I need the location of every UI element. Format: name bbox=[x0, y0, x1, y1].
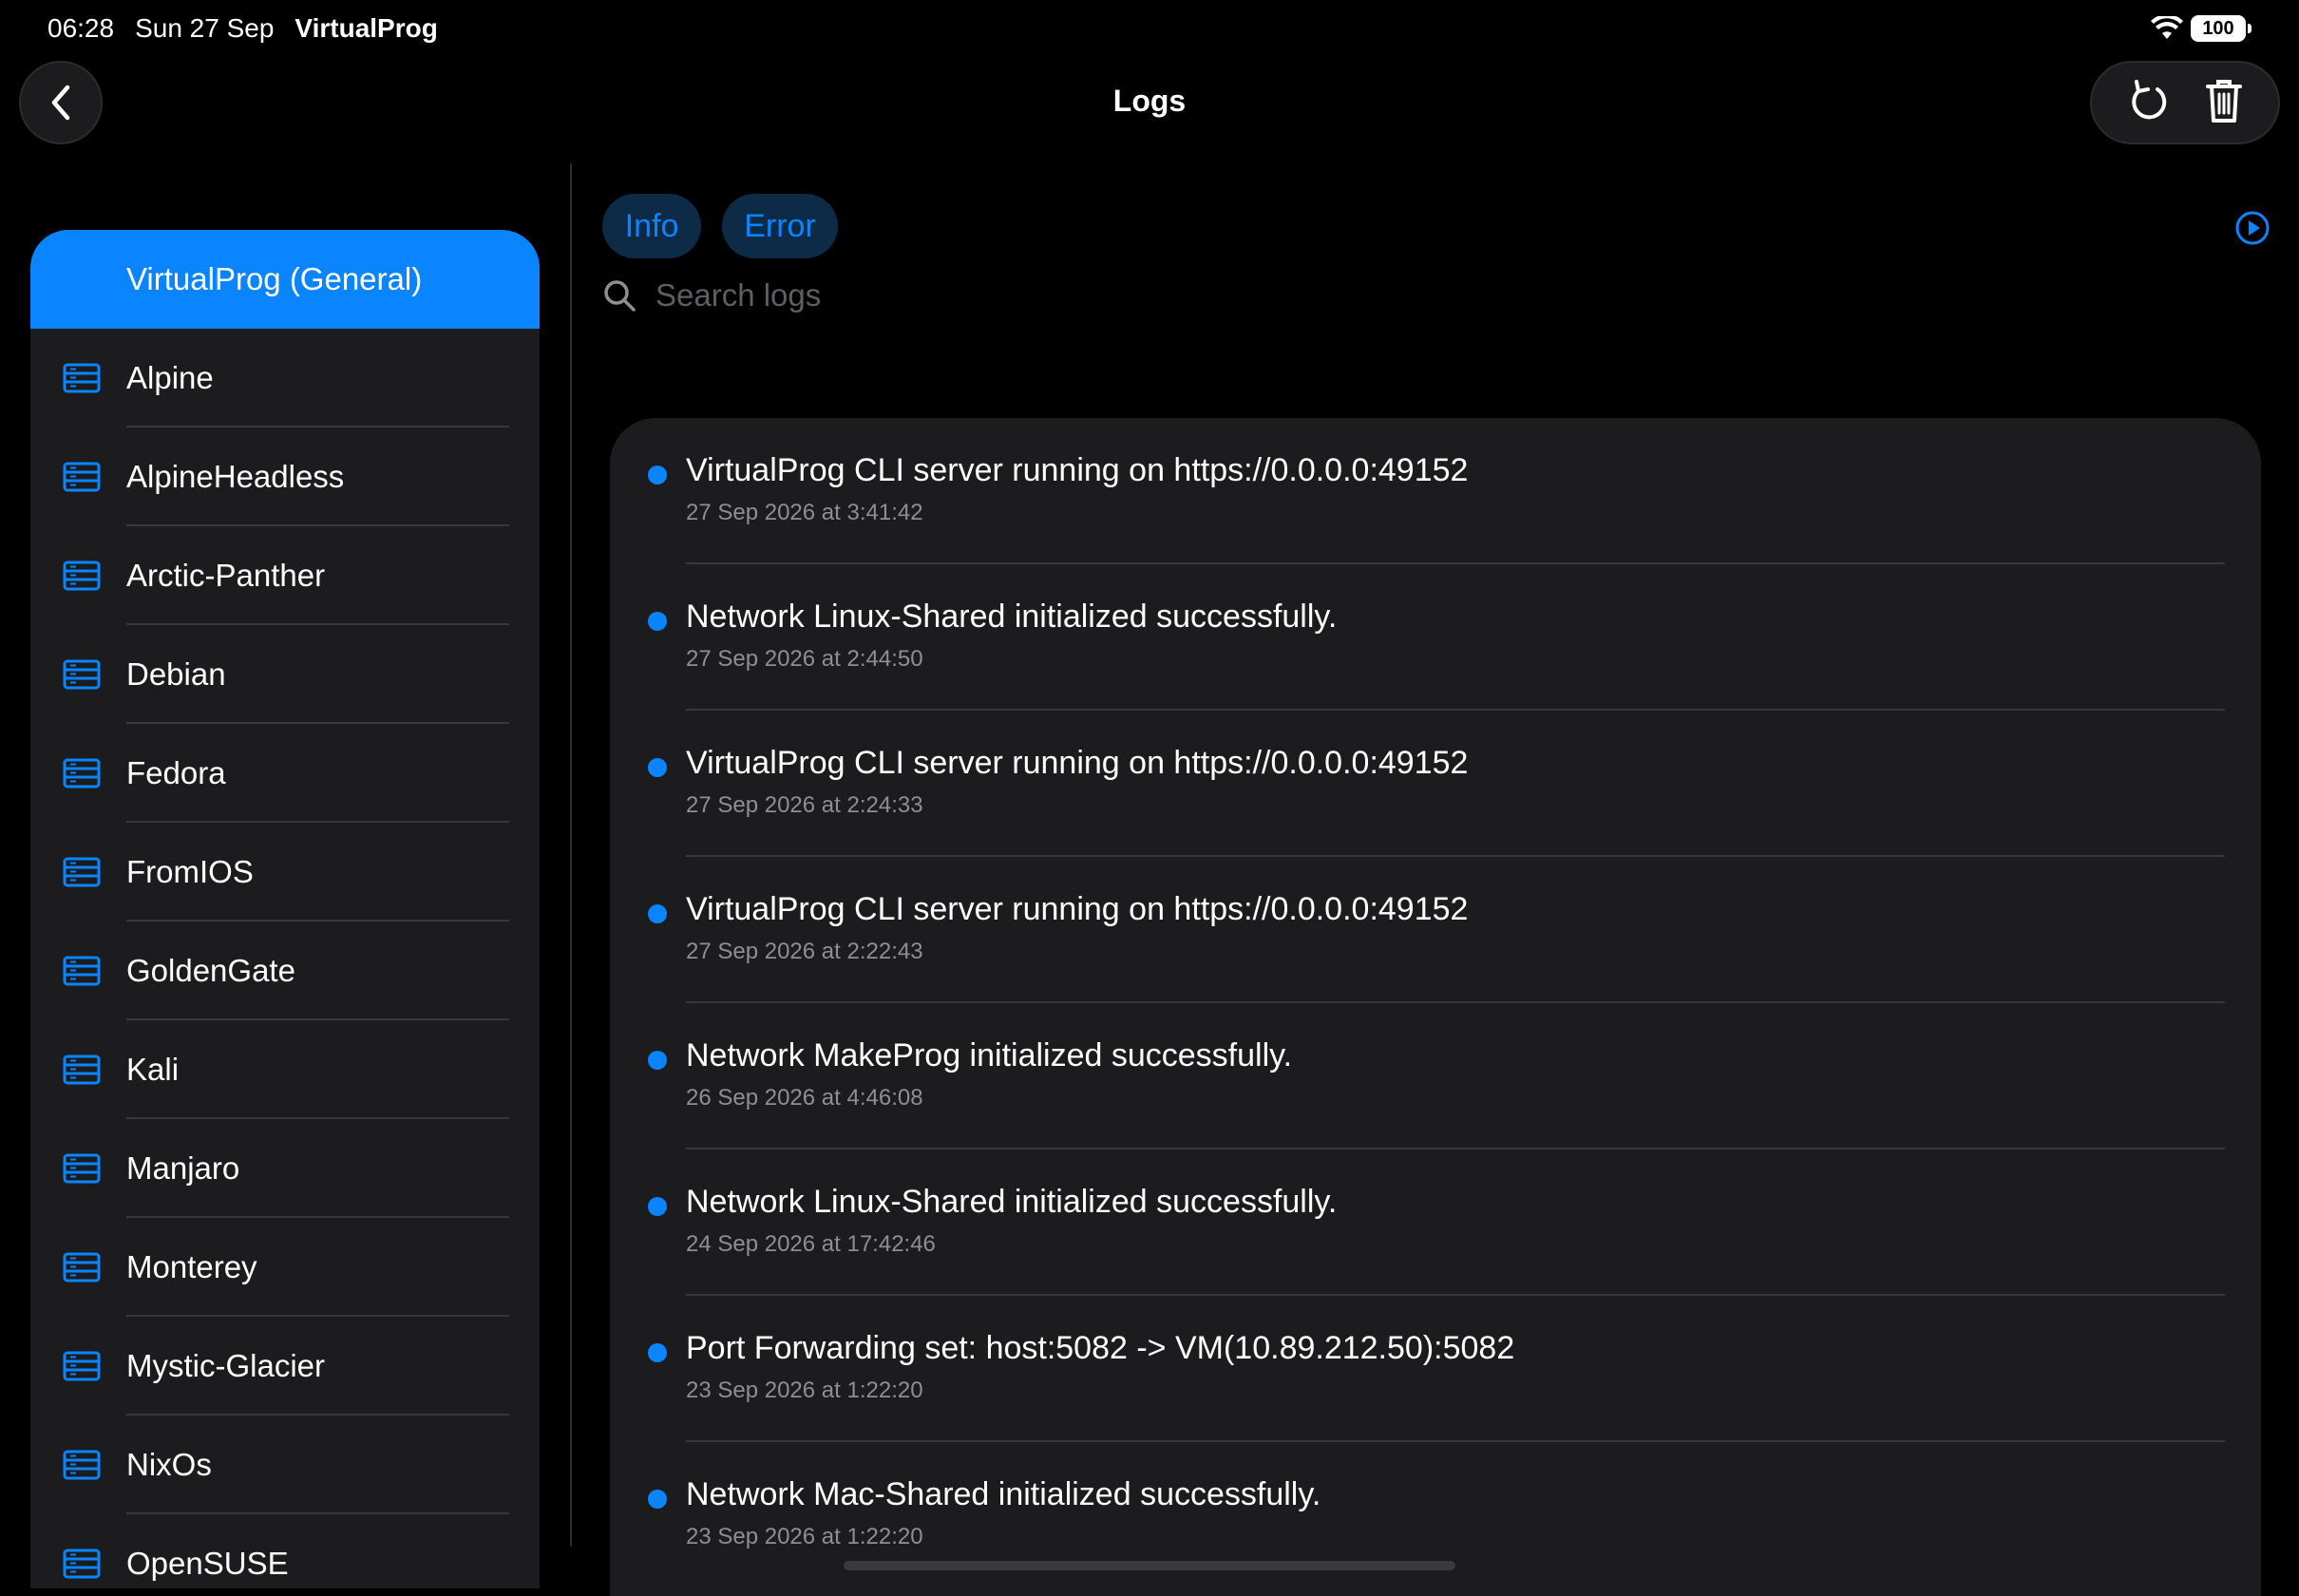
info-dot-icon bbox=[648, 466, 667, 484]
log-message: VirtualProg CLI server running on https:… bbox=[686, 452, 1469, 488]
info-dot-icon bbox=[648, 612, 667, 631]
refresh-button[interactable] bbox=[2127, 78, 2169, 128]
info-dot-icon bbox=[648, 1490, 667, 1509]
home-indicator[interactable] bbox=[844, 1561, 1455, 1570]
sidebar-item-label: NixOs bbox=[126, 1447, 212, 1482]
sidebar-item-label: Manjaro bbox=[126, 1150, 240, 1186]
log-timestamp: 27 Sep 2026 at 2:22:43 bbox=[686, 939, 923, 964]
sidebar-item-label: Kali bbox=[126, 1052, 180, 1087]
sidebar-item-label: GoldenGate bbox=[126, 953, 295, 988]
log-message: Network Linux-Shared initialized success… bbox=[686, 598, 1338, 635]
info-dot-icon bbox=[648, 904, 667, 923]
log-timestamp: 27 Sep 2026 at 2:44:50 bbox=[686, 646, 923, 672]
log-message: Network MakeProg initialized successfull… bbox=[686, 1037, 1293, 1074]
server-icon bbox=[63, 1548, 101, 1579]
server-icon bbox=[63, 363, 101, 393]
log-entry[interactable]: Network Linux-Shared initialized success… bbox=[610, 564, 2261, 711]
sidebar-item-fedora[interactable]: Fedora bbox=[30, 724, 540, 823]
server-icon bbox=[63, 659, 101, 690]
log-entry[interactable]: Port Forwarding set: host:5082 -> VM(10.… bbox=[610, 1296, 2261, 1442]
log-entry[interactable]: VirtualProg CLI server running on https:… bbox=[610, 857, 2261, 1003]
sidebar-item-alpineheadless[interactable]: AlpineHeadless bbox=[30, 428, 540, 526]
sidebar-item-fromios[interactable]: FromIOS bbox=[30, 823, 540, 922]
sidebar-item-goldengate[interactable]: GoldenGate bbox=[30, 922, 540, 1020]
status-time: 06:28 bbox=[48, 13, 115, 43]
sidebar-item-arctic-panther[interactable]: Arctic-Panther bbox=[30, 526, 540, 625]
log-message: VirtualProg CLI server running on https:… bbox=[686, 745, 1469, 781]
server-icon bbox=[63, 1450, 101, 1480]
log-list: VirtualProg CLI server running on https:… bbox=[610, 418, 2261, 1596]
info-dot-icon bbox=[648, 1197, 667, 1216]
sidebar-item-label: VirtualProg (General) bbox=[126, 261, 423, 296]
sidebar-item-debian[interactable]: Debian bbox=[30, 625, 540, 724]
info-dot-icon bbox=[648, 758, 667, 777]
wifi-icon bbox=[2151, 16, 2183, 39]
server-icon bbox=[63, 956, 101, 986]
log-message: VirtualProg CLI server running on https:… bbox=[686, 891, 1469, 927]
info-dot-icon bbox=[648, 1343, 667, 1362]
battery-tip bbox=[2248, 24, 2252, 33]
sidebar-item-monterey[interactable]: Monterey bbox=[30, 1218, 540, 1317]
sidebar-item-mystic-glacier[interactable]: Mystic-Glacier bbox=[30, 1317, 540, 1416]
server-icon bbox=[63, 758, 101, 788]
log-entry[interactable]: VirtualProg CLI server running on https:… bbox=[610, 711, 2261, 857]
server-icon bbox=[63, 857, 101, 887]
sidebar-item-opensuse[interactable]: OpenSUSE bbox=[30, 1514, 540, 1588]
page-title: Logs bbox=[1112, 84, 1187, 118]
server-icon bbox=[63, 1351, 101, 1381]
status-app-name: VirtualProg bbox=[294, 13, 438, 43]
battery-indicator: 100 bbox=[2191, 15, 2246, 42]
sidebar-item-label: Monterey bbox=[126, 1249, 257, 1284]
play-circle-icon[interactable] bbox=[2234, 210, 2270, 246]
log-message: Network Linux-Shared initialized success… bbox=[686, 1184, 1338, 1220]
log-timestamp: 27 Sep 2026 at 2:24:33 bbox=[686, 792, 923, 818]
sidebar: VirtualProg (General) Alpine AlpineHeadl… bbox=[30, 230, 540, 1588]
log-timestamp: 23 Sep 2026 at 1:22:20 bbox=[686, 1378, 923, 1403]
server-icon bbox=[63, 462, 101, 492]
log-timestamp: 23 Sep 2026 at 1:22:20 bbox=[686, 1524, 923, 1549]
sidebar-item-label: Debian bbox=[126, 656, 226, 692]
toolbar bbox=[2090, 61, 2280, 144]
log-timestamp: 26 Sep 2026 at 4:46:08 bbox=[686, 1085, 923, 1111]
sidebar-item-alpine[interactable]: Alpine bbox=[30, 329, 540, 428]
sidebar-item-label: OpenSUSE bbox=[126, 1546, 289, 1581]
trash-icon bbox=[2205, 79, 2242, 123]
server-icon bbox=[63, 1153, 101, 1184]
log-entry[interactable]: Network Linux-Shared initialized success… bbox=[610, 1150, 2261, 1296]
sidebar-item-nixos[interactable]: NixOs bbox=[30, 1416, 540, 1514]
sidebar-item-virtualprog-general[interactable]: VirtualProg (General) bbox=[30, 230, 540, 329]
refresh-icon bbox=[2131, 79, 2166, 119]
log-entry[interactable]: VirtualProg CLI server running on https:… bbox=[610, 418, 2261, 564]
sidebar-item-label: FromIOS bbox=[126, 854, 254, 889]
search-icon bbox=[604, 280, 636, 312]
log-message: Network Mac-Shared initialized successfu… bbox=[686, 1476, 1321, 1512]
server-icon bbox=[63, 1252, 101, 1282]
sidebar-item-label: Mystic-Glacier bbox=[126, 1348, 326, 1383]
info-dot-icon bbox=[648, 1051, 667, 1070]
sidebar-item-label: Arctic-Panther bbox=[126, 558, 326, 593]
status-date: Sun 27 Sep bbox=[135, 13, 275, 43]
log-entry[interactable]: Network MakeProg initialized successfull… bbox=[610, 1003, 2261, 1150]
sidebar-item-label: Alpine bbox=[126, 360, 214, 395]
server-icon bbox=[63, 1054, 101, 1085]
status-bar: 06:28 Sun 27 Sep VirtualProg 100 bbox=[0, 0, 2299, 59]
search-bar bbox=[602, 277, 1226, 314]
search-input[interactable] bbox=[656, 277, 1226, 314]
sidebar-item-kali[interactable]: Kali bbox=[30, 1020, 540, 1119]
sidebar-item-manjaro[interactable]: Manjaro bbox=[30, 1119, 540, 1218]
filter-error-button[interactable]: Error bbox=[722, 194, 838, 258]
log-timestamp: 24 Sep 2026 at 17:42:46 bbox=[686, 1231, 936, 1257]
sidebar-item-label: Fedora bbox=[126, 755, 226, 790]
server-icon bbox=[63, 560, 101, 591]
log-message: Port Forwarding set: host:5082 -> VM(10.… bbox=[686, 1330, 1515, 1366]
delete-button[interactable] bbox=[2204, 77, 2244, 129]
filter-info-button[interactable]: Info bbox=[602, 194, 701, 258]
sidebar-item-label: AlpineHeadless bbox=[126, 459, 345, 494]
log-timestamp: 27 Sep 2026 at 3:41:42 bbox=[686, 500, 923, 525]
split-view-divider[interactable] bbox=[570, 163, 572, 1547]
